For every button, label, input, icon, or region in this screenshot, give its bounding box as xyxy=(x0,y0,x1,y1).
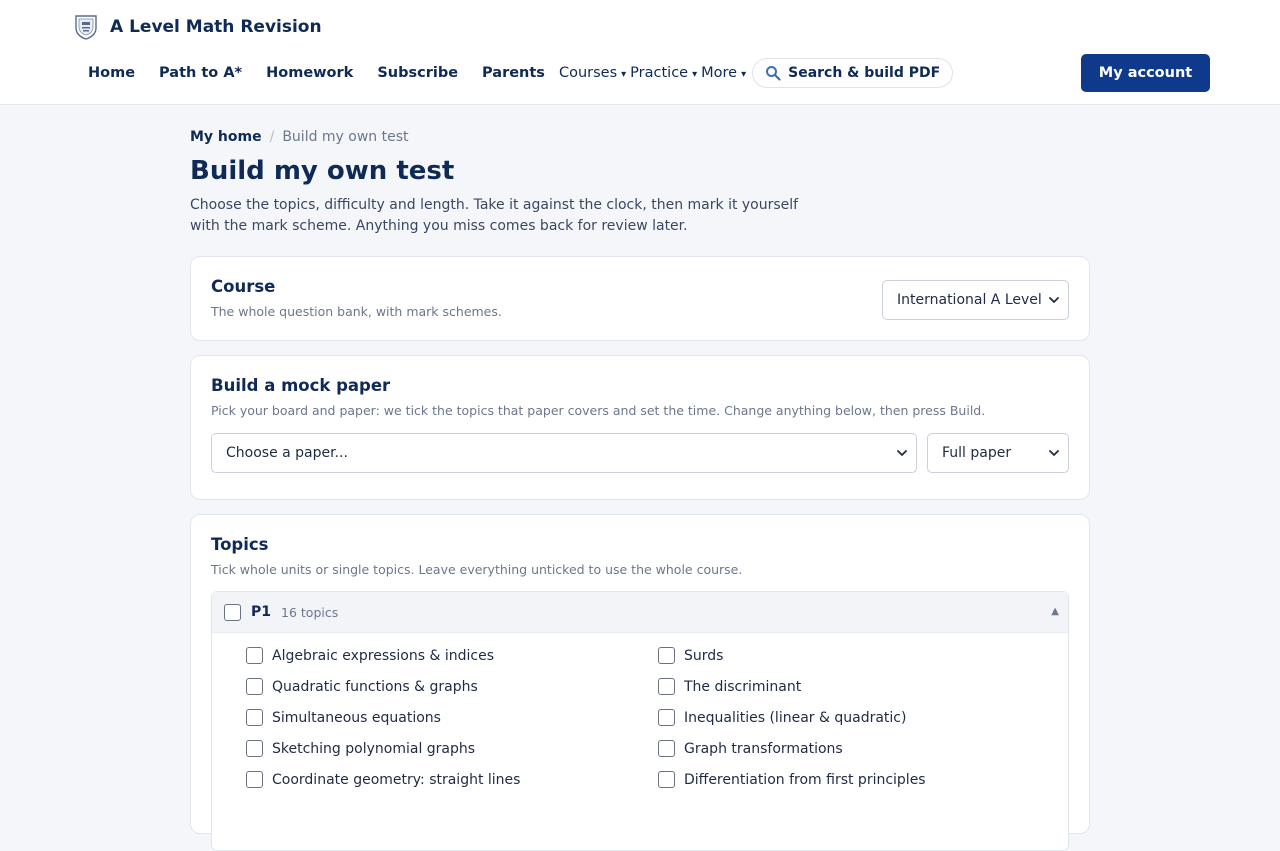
unit-checkbox[interactable] xyxy=(224,603,241,621)
topic-checkbox[interactable] xyxy=(246,771,263,788)
topic-checkbox[interactable] xyxy=(246,709,263,726)
nav-parents[interactable]: Parents xyxy=(482,65,545,81)
page-title: Build my own test xyxy=(190,156,455,186)
unit-topic-count: 16 topics xyxy=(281,604,339,620)
course-card: Course The whole question bank, with mar… xyxy=(190,256,1090,341)
topic-item[interactable]: Simultaneous equations xyxy=(246,709,441,726)
topic-item[interactable]: Quadratic functions & graphs xyxy=(246,678,478,695)
page-intro: Choose the topics, difficulty and length… xyxy=(190,197,799,234)
topic-checkbox[interactable] xyxy=(246,740,263,757)
topic-item[interactable]: Differentiation from first principles xyxy=(658,771,926,788)
topic-checkbox[interactable] xyxy=(246,678,263,695)
search-build-pdf-button[interactable]: Search & build PDF xyxy=(752,58,954,88)
course-select[interactable]: International A Level xyxy=(882,280,1069,320)
topic-item[interactable]: The discriminant xyxy=(658,678,801,695)
course-subtitle: The whole question bank, with mark schem… xyxy=(211,304,502,319)
topic-item[interactable]: Inequalities (linear & quadratic) xyxy=(658,709,906,726)
topic-item[interactable]: Surds xyxy=(658,647,723,664)
chevron-down-icon xyxy=(1049,297,1059,303)
top-bar: A Level Math Revision Home Path to A* Ho… xyxy=(0,0,1280,105)
unit-panel-p1: P1 16 topics ▲ Algebraic expressions & i… xyxy=(211,591,1069,851)
topic-label: Sketching polynomial graphs xyxy=(272,740,476,757)
topic-checkbox[interactable] xyxy=(658,647,675,664)
my-account-button[interactable]: My account xyxy=(1081,54,1210,92)
nav-home[interactable]: Home xyxy=(88,65,135,81)
main-nav: Home Path to A* Homework Subscribe Paren… xyxy=(88,58,954,88)
mock-paper-subtitle: Pick your board and paper: we tick the t… xyxy=(211,403,986,418)
chevron-down-icon: ▾ xyxy=(741,69,747,80)
paper-select-value: Choose a paper... xyxy=(226,445,348,461)
course-title: Course xyxy=(211,277,276,296)
topic-label: Quadratic functions & graphs xyxy=(272,678,478,695)
breadcrumb-separator: / xyxy=(269,129,275,145)
nav-more-label: More xyxy=(701,65,738,81)
topic-item[interactable]: Coordinate geometry: straight lines xyxy=(246,771,520,788)
topic-label: Simultaneous equations xyxy=(272,709,441,726)
collapse-caret-icon[interactable]: ▲ xyxy=(1051,606,1059,617)
topics-card: Topics Tick whole units or single topics… xyxy=(190,514,1090,851)
nav-practice-label: Practice xyxy=(630,65,689,81)
breadcrumb: My home / Build my own test xyxy=(190,129,409,145)
topic-label: The discriminant xyxy=(684,678,802,695)
search-icon xyxy=(766,66,781,81)
chevron-down-icon xyxy=(1049,450,1059,456)
breadcrumb-current: Build my own test xyxy=(282,129,409,145)
topic-label: Coordinate geometry: straight lines xyxy=(272,771,521,788)
brand-name: A Level Math Revision xyxy=(110,17,322,37)
topic-label: Surds xyxy=(684,647,724,664)
paper-length-value: Full paper xyxy=(942,445,1012,461)
topic-label: Algebraic expressions & indices xyxy=(272,647,494,664)
topic-checkbox[interactable] xyxy=(658,709,675,726)
unit-name: P1 xyxy=(251,604,272,620)
topics-subtitle: Tick whole units or single topics. Leave… xyxy=(211,562,743,577)
crest-logo-icon xyxy=(75,15,97,40)
topics-title: Topics xyxy=(211,535,269,554)
topic-checkbox[interactable] xyxy=(658,678,675,695)
search-build-pdf-label: Search & build PDF xyxy=(788,65,941,81)
nav-courses-label: Courses xyxy=(558,65,618,81)
topic-label: Inequalities (linear & quadratic) xyxy=(684,709,907,726)
mock-paper-card: Build a mock paper Pick your board and p… xyxy=(190,355,1090,500)
chevron-down-icon xyxy=(897,450,907,456)
nav-practice-dropdown[interactable]: Practice ▾ xyxy=(630,65,697,81)
nav-homework[interactable]: Homework xyxy=(266,65,353,81)
paper-select[interactable]: Choose a paper... xyxy=(211,433,917,473)
nav-subscribe[interactable]: Subscribe xyxy=(377,65,458,81)
brand[interactable]: A Level Math Revision xyxy=(74,14,322,40)
mock-paper-title: Build a mock paper xyxy=(211,376,391,395)
topic-checkbox[interactable] xyxy=(246,647,263,664)
nav-courses-dropdown[interactable]: Courses ▾ xyxy=(559,65,626,81)
nav-path-to-a-star[interactable]: Path to A* xyxy=(159,65,242,81)
unit-header-p1[interactable]: P1 16 topics ▲ xyxy=(212,592,1068,633)
topic-item[interactable]: Sketching polynomial graphs xyxy=(246,740,475,757)
breadcrumb-home-link[interactable]: My home xyxy=(190,129,262,145)
topic-checkbox[interactable] xyxy=(658,771,675,788)
topic-label: Differentiation from first principles xyxy=(684,771,926,788)
course-select-value: International A Level xyxy=(897,292,1042,308)
chevron-down-icon: ▾ xyxy=(621,69,627,80)
paper-length-select[interactable]: Full paper xyxy=(927,433,1069,473)
topic-item[interactable]: Graph transformations xyxy=(658,740,843,757)
topic-label: Graph transformations xyxy=(684,740,843,757)
chevron-down-icon: ▾ xyxy=(692,69,698,80)
nav-more-dropdown[interactable]: More ▾ xyxy=(701,65,746,81)
topic-item[interactable]: Algebraic expressions & indices xyxy=(246,647,494,664)
topic-checkbox[interactable] xyxy=(658,740,675,757)
